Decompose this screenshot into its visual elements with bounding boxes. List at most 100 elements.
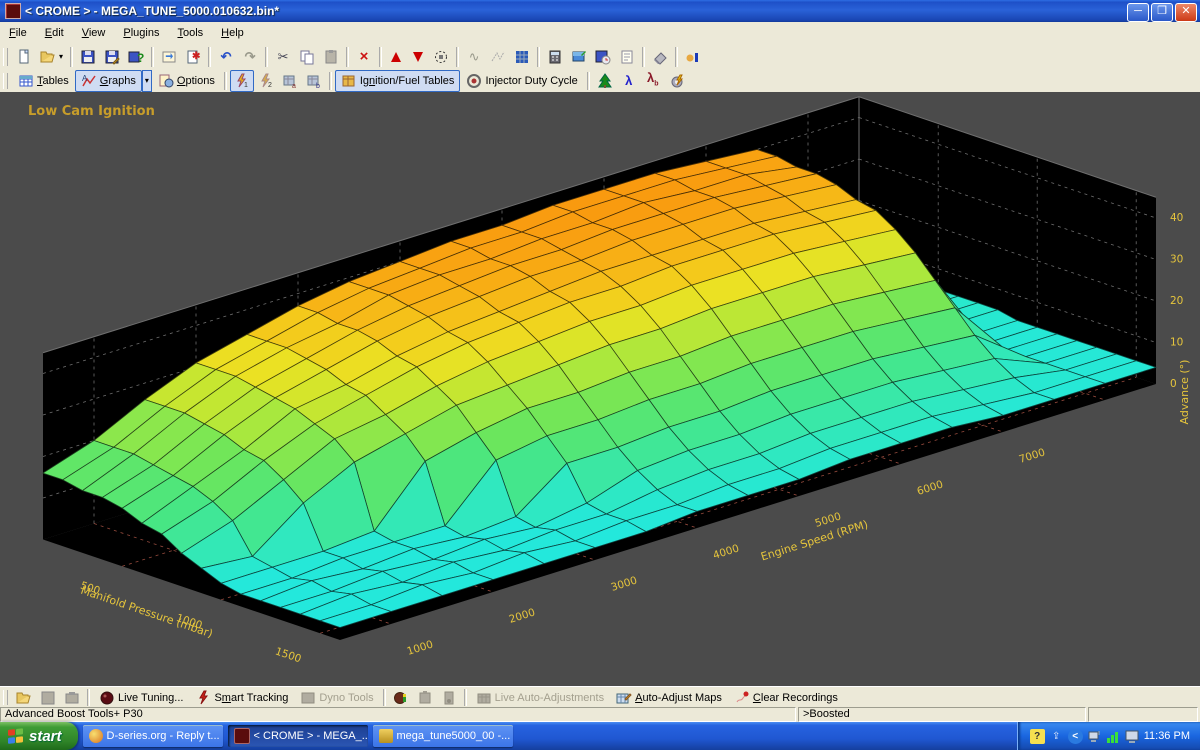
save-session-gray-icon [40,690,56,706]
close-button[interactable]: ✕ [1175,3,1197,22]
menu-tools[interactable]: Tools [168,24,212,42]
ignition-fuel-tables-button[interactable]: Ignition/Fuel Tables [335,70,461,92]
smart-tracking-icon [195,690,211,706]
smart-tracking-button[interactable]: Smart Tracking [189,687,294,709]
lambda-button[interactable]: λ [617,70,641,92]
save-verify-button[interactable]: ? [124,46,148,68]
lightning-1-icon: 1 [234,73,250,89]
redo-button[interactable]: ↷ [238,46,262,68]
menu-file[interactable]: File [0,24,36,42]
display-icon[interactable] [1125,729,1140,744]
save-session-button-2[interactable] [36,687,60,709]
injector-duty-cycle-button[interactable]: Injector Duty Cycle [460,70,583,92]
fuel-table-1-icon: a [282,73,298,89]
graphs-dropdown[interactable]: ▾ [142,70,152,92]
status-plugin-text: Advanced Boost Tools+ P30 [0,707,796,722]
auto-adjust-maps-button[interactable]: Auto-Adjust Maps [610,687,728,709]
advance-tick-label: 0 [1170,378,1177,390]
taskbar-task-crome[interactable]: < CROME > - MEGA_... [228,725,368,747]
live-tuning-button[interactable]: Live Tuning... [93,687,189,709]
bluetooth-icon[interactable]: < [1068,729,1083,744]
export-session-button[interactable] [60,687,84,709]
minimize-button[interactable]: ─ [1127,3,1149,22]
record-gray-icon [417,690,433,706]
svg-text:?: ? [137,51,144,65]
close-file-button[interactable]: ✱ [181,46,205,68]
cut-button[interactable]: ✂ [271,46,295,68]
surface-plot[interactable]: 010203040Advance (°)10002000300040005000… [0,92,1200,686]
value-up-icon [391,52,401,62]
taskbar-task-tuner[interactable]: mega_tune5000_00 -... [373,725,513,747]
select-region-button[interactable] [429,46,453,68]
map-edit-button[interactable] [567,46,591,68]
save-session-icon [595,49,611,65]
advance-tick-label: 40 [1170,212,1183,224]
update-arrow-icon[interactable]: ⇪ [1049,729,1064,744]
smooth-curve-button[interactable]: ∿ [462,46,486,68]
decrease-value-button[interactable] [407,46,429,68]
delete-button[interactable]: × [352,46,376,68]
record-button[interactable] [413,687,437,709]
calculator-button[interactable] [543,46,567,68]
live-auto-adjustments-button[interactable]: Live Auto-Adjustments [470,687,610,709]
tables-button[interactable]: Tables [12,70,75,92]
eraser-button[interactable] [648,46,672,68]
toolbar-grip[interactable] [3,48,8,66]
toolbar-grip[interactable] [3,690,8,705]
rpm-tick-label: 6000 [916,478,945,497]
help-question-icon[interactable]: ? [1030,729,1045,744]
rpm-tick-label: 4000 [712,542,741,561]
ignition-3d-graph[interactable]: 010203040Advance (°)10002000300040005000… [0,92,1200,686]
toolbar-grip[interactable] [3,73,8,88]
open-session-button[interactable] [12,687,36,709]
clear-recordings-button[interactable]: Clear Recordings [728,687,844,709]
view-notes-button[interactable] [615,46,639,68]
title-bar[interactable]: < CROME > - MEGA_TUNE_5000.010632.bin* ─… [0,0,1200,22]
menu-bar: File Edit View Plugins Tools Help [0,22,1200,45]
window-title: < CROME > - MEGA_TUNE_5000.010632.bin* [25,4,279,18]
tree-view-button[interactable] [593,70,617,92]
save-as-button[interactable] [100,46,124,68]
menu-view[interactable]: View [73,24,115,42]
interpolate-button[interactable] [486,46,510,68]
graph-high-cam-button[interactable]: 2 [254,70,278,92]
taskbar-clock[interactable]: 11:36 PM [1144,730,1190,742]
menu-edit[interactable]: Edit [36,24,73,42]
table-grid-button[interactable] [510,46,534,68]
graphs-button[interactable]: A Graphs [75,70,142,92]
pressure-tick-label: 1500 [274,645,303,665]
import-table-button[interactable] [157,46,181,68]
lightning-2-icon: 2 [258,73,274,89]
undo-button[interactable]: ↶ [214,46,238,68]
advance-tick-label: 20 [1170,295,1183,307]
auto-tune-button[interactable] [665,70,689,92]
graph-low-cam-button[interactable]: 1 [230,70,254,92]
table-high-cam-button[interactable]: b [302,70,326,92]
compare-button[interactable] [681,46,705,68]
table-low-cam-button[interactable]: a [278,70,302,92]
crome-icon [234,728,250,744]
save-session-button[interactable] [591,46,615,68]
options-button[interactable]: Options [152,70,221,92]
paste-button[interactable] [319,46,343,68]
playback-button[interactable] [437,687,461,709]
copy-button[interactable] [295,46,319,68]
restore-button[interactable]: ❐ [1151,3,1173,22]
network-pc-icon[interactable] [1087,729,1102,744]
status-boost-text: >Boosted [798,707,1086,722]
lambda-boost-button[interactable]: λb [641,70,665,92]
increase-value-button[interactable] [385,46,407,68]
dyno-tools-button[interactable]: Dyno Tools [294,687,379,709]
save-verify-icon: ? [128,49,144,65]
datalog-button[interactable] [389,687,413,709]
menu-help[interactable]: Help [212,24,253,42]
start-button[interactable]: start [0,722,78,750]
save-button[interactable] [76,46,100,68]
pressure-axis-label: Manifold Pressure (mbar) [79,584,214,641]
signal-strength-icon[interactable] [1106,729,1121,744]
tuning-toolbar: Live Tuning... Smart Tracking Dyno Tools… [0,686,1200,708]
open-file-button[interactable]: ▾ [36,46,67,68]
new-file-button[interactable] [12,46,36,68]
taskbar-task-browser[interactable]: D-series.org - Reply t... [83,725,223,747]
menu-plugins[interactable]: Plugins [114,24,168,42]
